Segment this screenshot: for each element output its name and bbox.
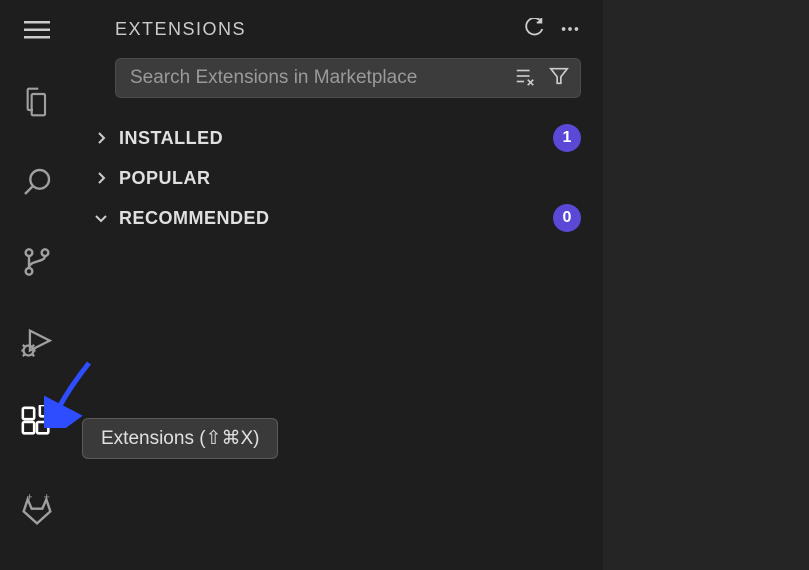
clear-search-button[interactable] — [514, 65, 536, 92]
ellipsis-icon — [559, 18, 581, 40]
gitlab-activity[interactable]: + + — [13, 486, 61, 534]
chevron-right-icon — [91, 128, 111, 148]
editor-area — [603, 0, 809, 570]
refresh-button[interactable] — [523, 18, 545, 40]
sidebar-header: EXTENSIONS — [73, 0, 603, 58]
svg-text:+: + — [26, 494, 32, 504]
git-branch-icon — [21, 246, 53, 278]
refresh-icon — [523, 18, 545, 40]
search-icon — [21, 166, 53, 198]
search-actions — [514, 65, 570, 92]
filter-button[interactable] — [548, 65, 570, 92]
svg-text:+: + — [43, 494, 49, 504]
explorer-activity[interactable] — [13, 78, 61, 126]
filter-icon — [548, 65, 570, 87]
installed-count-badge: 1 — [553, 124, 581, 152]
search-box[interactable] — [115, 58, 581, 98]
installed-section[interactable]: INSTALLED 1 — [73, 118, 603, 158]
recommended-count-badge: 0 — [553, 204, 581, 232]
extensions-icon — [20, 405, 54, 439]
chevron-down-icon — [91, 208, 111, 228]
sidebar-title: EXTENSIONS — [115, 19, 246, 40]
chevron-right-icon — [91, 168, 111, 188]
header-actions — [523, 18, 581, 40]
activity-bar: + + — [0, 0, 73, 570]
clear-list-icon — [514, 65, 536, 87]
gitlab-icon: + + — [21, 494, 53, 526]
more-actions-button[interactable] — [559, 18, 581, 40]
search-container — [73, 58, 603, 98]
extensions-tooltip: Extensions (⇧⌘X) — [82, 418, 278, 459]
search-input[interactable] — [130, 67, 514, 89]
search-activity[interactable] — [13, 158, 61, 206]
source-control-activity[interactable] — [13, 238, 61, 286]
extensions-sidebar: EXTENSIONS — [73, 0, 603, 570]
debug-activity[interactable] — [13, 318, 61, 366]
extensions-activity[interactable] — [13, 398, 61, 446]
section-label: POPULAR — [119, 168, 211, 189]
recommended-section[interactable]: RECOMMENDED 0 — [73, 198, 603, 238]
files-icon — [21, 86, 53, 118]
popular-section[interactable]: POPULAR — [73, 158, 603, 198]
section-label: RECOMMENDED — [119, 208, 270, 229]
bug-play-icon — [20, 325, 54, 359]
menu-button[interactable] — [13, 10, 61, 50]
tooltip-text: Extensions (⇧⌘X) — [101, 428, 259, 449]
hamburger-icon — [24, 21, 50, 39]
section-label: INSTALLED — [119, 128, 223, 149]
